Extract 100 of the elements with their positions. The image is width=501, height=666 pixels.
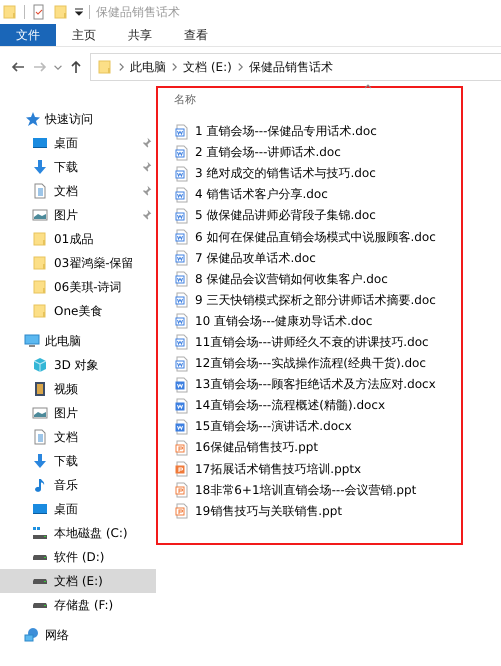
desktop-icon	[32, 501, 48, 517]
file-name[interactable]: 16保健品销售技巧.ppt	[195, 439, 318, 456]
document-icon	[32, 429, 48, 445]
sidebar-group[interactable]: 快速访问	[0, 107, 156, 131]
download-icon	[32, 453, 48, 469]
file-name[interactable]: 10 直销会场---健康劝导话术.doc	[195, 312, 372, 330]
folder-icon	[2, 4, 18, 20]
file-name[interactable]: 14直销会场---流程概述(精髓).docx	[195, 397, 386, 414]
file-name[interactable]: 11直销会场---讲师经久不衰的讲课技巧.doc	[195, 334, 429, 351]
chevron-right-icon	[119, 63, 124, 71]
file-name[interactable]: 3 绝对成交的销售话术与技巧.doc	[195, 165, 376, 182]
window-title: 保健品销售话术	[96, 4, 180, 20]
sidebar-item[interactable]: 桌面	[0, 131, 156, 155]
file-name[interactable]: 2 直销会场---讲师话术.doc	[195, 144, 341, 162]
address-bar[interactable]: 此电脑 文档 (E:) 保健品销售话术	[90, 53, 501, 81]
sidebar-item[interactable]: 桌面	[0, 497, 156, 521]
word-document-icon	[174, 250, 190, 266]
ribbon-tab[interactable]: 文件	[0, 24, 56, 46]
word-document-icon	[174, 186, 190, 203]
desktop-icon	[32, 135, 48, 151]
document-icon	[32, 183, 48, 199]
folder-icon	[53, 4, 69, 20]
star-icon	[24, 111, 40, 127]
sidebar-item[interactable]: 图片	[0, 401, 156, 425]
drive-icon	[32, 578, 48, 584]
file-name[interactable]: 12直销会场---实战操作流程(经典干货).doc	[195, 355, 426, 372]
file-name[interactable]: 19销售技巧与关联销售.ppt	[195, 502, 342, 520]
folder-icon	[32, 231, 48, 247]
word-document-icon	[174, 271, 190, 288]
picture-icon	[32, 207, 48, 223]
chevron-down-icon	[54, 64, 62, 70]
download-icon	[32, 159, 48, 175]
folder-icon	[32, 303, 48, 319]
sidebar-item[interactable]: 文档	[0, 179, 156, 203]
folder-icon	[97, 59, 113, 75]
word-document-icon	[174, 144, 190, 161]
breadcrumb-item[interactable]: 保健品销售话术	[248, 58, 333, 76]
file-name[interactable]: 15直销会场---演讲话术.docx	[195, 418, 352, 436]
sidebar-item[interactable]: One美食	[0, 299, 156, 323]
computer-icon	[24, 333, 40, 349]
presentation-file-icon	[174, 503, 190, 520]
word-document-icon	[174, 229, 190, 246]
drive-icon	[32, 525, 48, 541]
ribbon-tab[interactable]: 主页	[56, 24, 112, 46]
sidebar-item[interactable]: 存储盘 (F:)	[0, 593, 156, 617]
cube-icon	[32, 357, 48, 373]
sidebar-item[interactable]: 视频	[0, 377, 156, 401]
sidebar-item[interactable]: 音乐	[0, 473, 156, 497]
film-icon	[32, 381, 48, 397]
ribbon-tab[interactable]: 共享	[112, 24, 168, 46]
word-document-icon	[174, 398, 190, 414]
sidebar-item[interactable]: 下载	[0, 449, 156, 473]
sidebar-item[interactable]: 本地磁盘 (C:)	[0, 521, 156, 545]
sidebar-item[interactable]: 图片	[0, 203, 156, 227]
word-document-icon	[174, 208, 190, 224]
file-name[interactable]: 18非常6+1培训直销会场---会议营销.ppt	[195, 482, 416, 499]
file-name[interactable]: 13直销会场---顾客拒绝话术及方法应对.docx	[195, 376, 436, 394]
word-document-icon	[174, 166, 190, 182]
file-name[interactable]: 8 保健品会议营销如何收集客户.doc	[195, 270, 388, 288]
word-document-icon	[174, 124, 190, 140]
sidebar-item[interactable]: 下载	[0, 155, 156, 179]
network-icon	[24, 627, 40, 643]
sidebar-group[interactable]: 网络	[0, 623, 156, 647]
presentation-file-icon	[174, 482, 190, 498]
folder-icon	[32, 255, 48, 271]
file-name[interactable]: 9 三天快销模式探析之部分讲师话术摘要.doc	[195, 292, 436, 309]
file-name[interactable]: 6 如何在保健品直销会场模式中说服顾客.doc	[195, 228, 436, 246]
column-header[interactable]: 名称	[174, 92, 461, 107]
chevron-right-icon	[172, 63, 177, 71]
sidebar-item[interactable]: 软件 (D:)	[0, 545, 156, 569]
sort-caret-icon	[364, 84, 372, 89]
word-document-icon	[174, 356, 190, 372]
breadcrumb-item[interactable]: 此电脑	[130, 58, 166, 76]
file-name[interactable]: 1 直销会场---保健品专用话术.doc	[195, 123, 377, 140]
file-name[interactable]: 5 做保健品讲师必背段子集锦.doc	[195, 207, 376, 224]
word-document-icon	[174, 334, 190, 350]
ribbon-tab[interactable]: 查看	[168, 24, 224, 46]
sidebar-item[interactable]: 3D 对象	[0, 353, 156, 377]
presentation-file-icon	[174, 440, 190, 456]
picture-icon	[32, 405, 48, 421]
file-name[interactable]: 4 销售话术客户分享.doc	[195, 186, 328, 204]
word-document-icon	[174, 418, 190, 435]
chevron-right-icon	[238, 63, 243, 71]
word-document-icon	[174, 292, 190, 308]
word-document-icon	[174, 376, 190, 393]
sidebar-item[interactable]: 文档 (E:)	[0, 569, 156, 593]
sidebar-item[interactable]: 03翟鸿燊-保留	[0, 251, 156, 275]
dropdown-icon	[75, 8, 83, 16]
presentation-file-icon	[174, 461, 190, 478]
file-name[interactable]: 17拓展话术销售技巧培训.pptx	[195, 460, 362, 478]
sidebar-item[interactable]: 文档	[0, 425, 156, 449]
drive-icon	[32, 554, 48, 560]
breadcrumb-item[interactable]: 文档 (E:)	[183, 58, 232, 76]
folder-icon	[32, 279, 48, 295]
file-name[interactable]: 7 保健品攻单话术.doc	[195, 250, 316, 267]
sidebar-item[interactable]: 01成品	[0, 227, 156, 251]
sidebar-item[interactable]: 06美琪-诗词	[0, 275, 156, 299]
drive-icon	[32, 602, 48, 608]
word-document-icon	[174, 313, 190, 330]
sidebar-group[interactable]: 此电脑	[0, 329, 156, 353]
